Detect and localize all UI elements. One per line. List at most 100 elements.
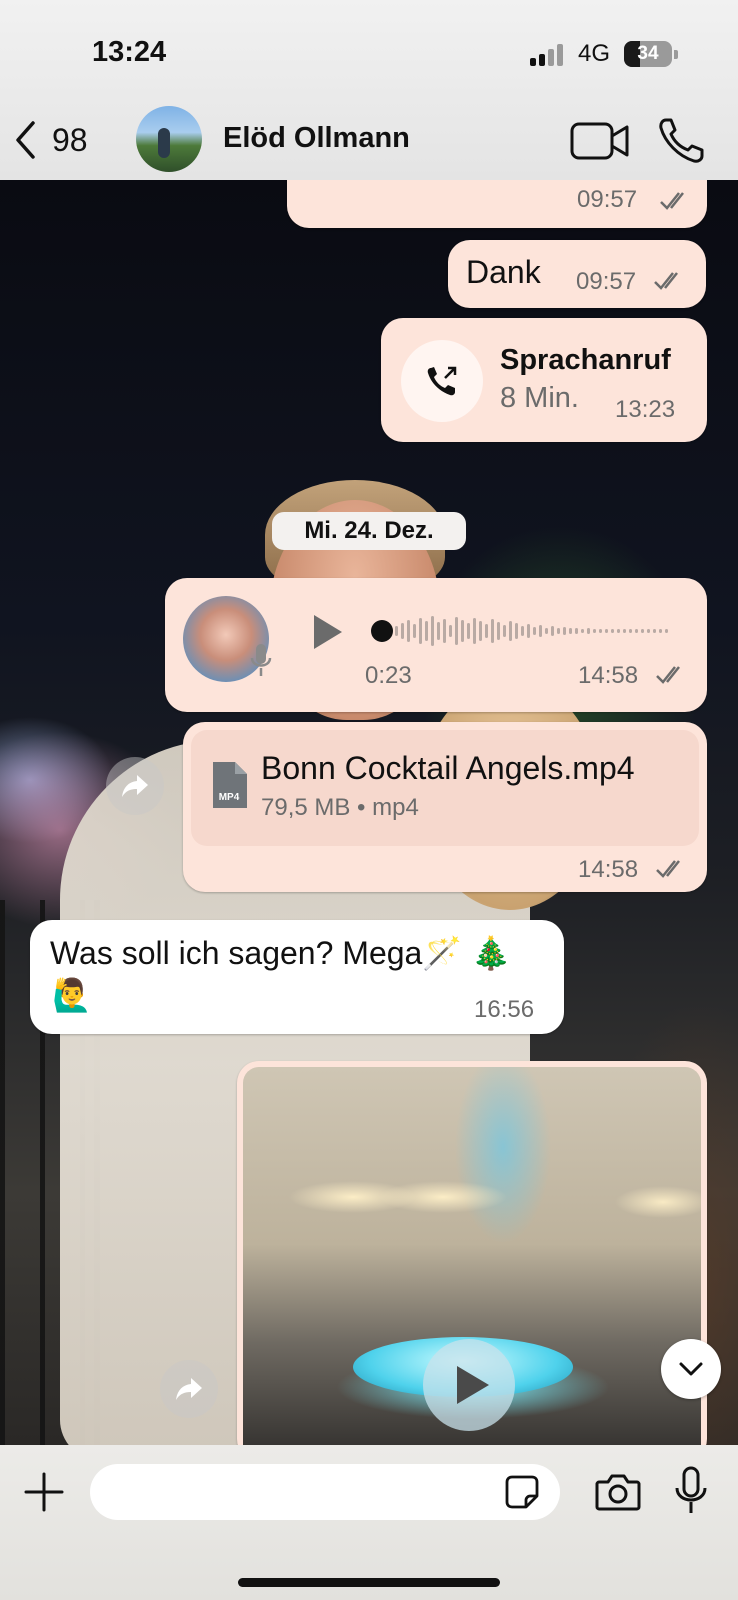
waveform-bar bbox=[533, 627, 536, 635]
unread-count: 98 bbox=[52, 121, 88, 158]
waveform-bar bbox=[479, 621, 482, 641]
video-message-bubble[interactable] bbox=[237, 1061, 707, 1461]
waveform-bar bbox=[527, 624, 530, 638]
scroll-to-bottom-button[interactable] bbox=[661, 1339, 721, 1399]
video-play-button[interactable] bbox=[423, 1339, 515, 1431]
forward-icon bbox=[176, 1378, 202, 1400]
waveform-bar bbox=[431, 616, 434, 646]
voice-record-button[interactable] bbox=[674, 1466, 708, 1516]
message-time: 14:58 bbox=[578, 662, 639, 689]
contact-name[interactable]: Elöd Ollmann bbox=[223, 122, 410, 155]
chevron-left-icon bbox=[16, 121, 35, 159]
message-time: 09:57 bbox=[576, 268, 637, 295]
waveform-bar bbox=[491, 619, 494, 643]
waveform-bar bbox=[641, 629, 644, 633]
waveform-bar bbox=[551, 626, 554, 636]
message-time: 09:57 bbox=[577, 186, 638, 213]
waveform-bar bbox=[545, 628, 548, 634]
waveform-bar bbox=[659, 629, 662, 633]
microphone-icon bbox=[250, 644, 272, 676]
call-duration: 8 Min. bbox=[500, 382, 579, 414]
message-bubble-incoming[interactable]: Was soll ich sagen? Mega🪄 🎄 🙋‍♂️ 16:56 bbox=[30, 920, 564, 1034]
double-check-icon bbox=[654, 272, 678, 290]
waveform-bar bbox=[653, 629, 656, 633]
waveform-bar bbox=[563, 627, 566, 635]
waveform-bar bbox=[599, 629, 602, 633]
message-time: 14:58 bbox=[578, 856, 639, 883]
camera-button[interactable] bbox=[595, 1472, 641, 1512]
double-check-icon bbox=[656, 666, 680, 684]
message-text: Dank bbox=[466, 254, 541, 290]
waveform-bar bbox=[425, 621, 428, 641]
file-message-bubble[interactable]: MP4 Bonn Cocktail Angels.mp4 79,5 MB • m… bbox=[183, 722, 707, 892]
message-text: Was soll ich sagen? Mega🪄 🎄 bbox=[50, 935, 511, 971]
battery-tip bbox=[674, 50, 678, 59]
waveform-bar bbox=[485, 624, 488, 638]
attach-button[interactable] bbox=[22, 1470, 66, 1514]
back-button[interactable]: 98 bbox=[14, 115, 114, 165]
waveform-bar bbox=[413, 624, 416, 638]
message-time: 13:23 bbox=[615, 396, 676, 423]
phone-icon bbox=[659, 118, 704, 163]
video-call-button[interactable] bbox=[570, 118, 630, 164]
play-icon bbox=[457, 1366, 489, 1404]
play-icon[interactable] bbox=[310, 612, 344, 652]
waveform-bar bbox=[629, 629, 632, 633]
waveform-bar bbox=[575, 628, 578, 634]
outgoing-call-icon bbox=[427, 366, 457, 396]
waveform-bar bbox=[515, 623, 518, 639]
navigation-header: 13:24 4G 34 98 Elöd Ollmann bbox=[0, 0, 738, 180]
waveform-bar bbox=[473, 618, 476, 644]
sticker-icon bbox=[505, 1475, 539, 1509]
call-message-bubble[interactable]: Sprachanruf 8 Min. 13:23 bbox=[381, 318, 707, 442]
waveform-bar bbox=[449, 625, 452, 637]
cellular-signal-icon bbox=[530, 44, 570, 66]
voice-duration: 0:23 bbox=[365, 662, 412, 689]
voice-waveform[interactable] bbox=[395, 608, 675, 654]
call-icon-circle bbox=[401, 340, 483, 422]
voice-call-button[interactable] bbox=[656, 116, 706, 166]
file-name: Bonn Cocktail Angels.mp4 bbox=[261, 750, 635, 786]
waveform-bar bbox=[467, 623, 470, 639]
waveform-bar bbox=[611, 629, 614, 633]
status-time: 13:24 bbox=[92, 36, 167, 68]
file-meta: 79,5 MB • mp4 bbox=[261, 794, 419, 821]
chevron-down-icon bbox=[679, 1362, 703, 1376]
home-indicator bbox=[238, 1578, 500, 1587]
voice-message-bubble[interactable]: 0:23 14:58 bbox=[165, 578, 707, 712]
waveform-bar bbox=[437, 622, 440, 640]
waveform-bar bbox=[647, 629, 650, 633]
waveform-bar bbox=[569, 628, 572, 634]
waveform-bar bbox=[557, 628, 560, 634]
waveform-bar bbox=[461, 620, 464, 642]
camera-icon bbox=[595, 1474, 641, 1511]
sticker-button[interactable] bbox=[504, 1474, 540, 1510]
forward-button[interactable] bbox=[160, 1360, 218, 1418]
call-title: Sprachanruf bbox=[500, 344, 671, 376]
contact-avatar[interactable] bbox=[136, 106, 202, 172]
waveform-bar bbox=[509, 621, 512, 641]
file-card[interactable]: MP4 Bonn Cocktail Angels.mp4 79,5 MB • m… bbox=[191, 730, 699, 846]
waveform-bar bbox=[503, 625, 506, 637]
waveform-bar bbox=[407, 620, 410, 642]
message-input[interactable] bbox=[90, 1464, 560, 1520]
plus-icon bbox=[24, 1472, 64, 1512]
video-camera-icon bbox=[570, 122, 629, 160]
file-icon: MP4 bbox=[213, 762, 247, 808]
waveform-bar bbox=[593, 629, 596, 633]
message-bubble-outgoing[interactable]: Dank 09:57 bbox=[448, 240, 706, 308]
double-check-icon bbox=[656, 860, 680, 878]
waveform-bar bbox=[539, 625, 542, 637]
waveform-bar bbox=[617, 629, 620, 633]
voice-progress-dot[interactable] bbox=[371, 620, 393, 642]
message-emoji: 🙋‍♂️ bbox=[52, 977, 92, 1013]
forward-button[interactable] bbox=[106, 757, 164, 815]
avatar-figure bbox=[158, 128, 170, 158]
waveform-bar bbox=[623, 629, 626, 633]
waveform-bar bbox=[635, 629, 638, 633]
message-time: 16:56 bbox=[474, 996, 535, 1023]
waveform-bar bbox=[455, 617, 458, 645]
waveform-bar bbox=[605, 629, 608, 633]
waveform-bar bbox=[587, 628, 590, 634]
waveform-bar bbox=[419, 618, 422, 644]
